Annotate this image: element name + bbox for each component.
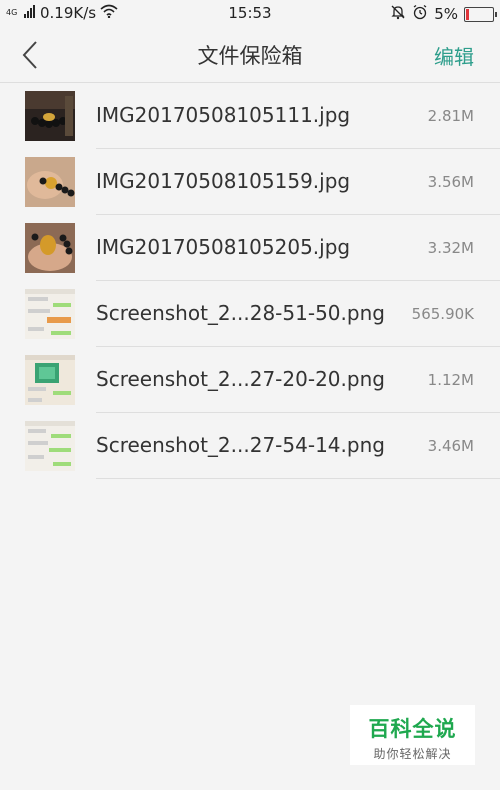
- thumbnail-image: [25, 157, 75, 207]
- file-size: 2.81M: [427, 107, 474, 125]
- file-name: Screenshot_2...27-54-14.png: [96, 433, 385, 457]
- thumbnail-image: [25, 421, 75, 471]
- status-right: 5%: [390, 4, 497, 24]
- file-size: 3.46M: [427, 437, 474, 455]
- thumbnail-image: [25, 355, 75, 405]
- mute-icon: [390, 4, 406, 24]
- watermark-title: 百科全说: [368, 717, 457, 741]
- file-name: IMG20170508105159.jpg: [96, 169, 351, 193]
- list-item[interactable]: Screenshot_2...27-54-14.png 3.46M: [0, 413, 500, 479]
- file-list: IMG20170508105111.jpg 2.81M IMG201705081…: [0, 83, 500, 479]
- list-item[interactable]: IMG20170508105111.jpg 2.81M: [0, 83, 500, 149]
- status-bar: 4G 0.19K/s 15:53 5%: [0, 0, 500, 28]
- list-item[interactable]: IMG20170508105205.jpg 3.32M: [0, 215, 500, 281]
- app-header: 文件保险箱 编辑: [0, 28, 500, 83]
- battery-level: [466, 8, 470, 20]
- thumbnail-image: [25, 289, 75, 339]
- list-item[interactable]: Screenshot_2...27-20-20.png 1.12M: [0, 347, 500, 413]
- battery-icon: [464, 6, 497, 22]
- file-name: IMG20170508105205.jpg: [96, 235, 351, 259]
- edit-button[interactable]: 编辑: [434, 41, 474, 70]
- thumbnail-image: [25, 91, 75, 141]
- battery-percent: 5%: [434, 5, 458, 23]
- file-size: 1.12M: [427, 371, 474, 389]
- file-name: Screenshot_2...28-51-50.png: [96, 301, 385, 325]
- list-item[interactable]: IMG20170508105159.jpg 3.56M: [0, 149, 500, 215]
- file-name: Screenshot_2...27-20-20.png: [96, 367, 385, 391]
- file-size: 3.32M: [427, 239, 474, 257]
- thumbnail-image: [25, 223, 75, 273]
- file-size: 565.90K: [411, 305, 474, 323]
- file-size: 3.56M: [427, 173, 474, 191]
- file-name: IMG20170508105111.jpg: [96, 103, 351, 127]
- page-title: 文件保险箱: [197, 44, 303, 68]
- watermark-subtitle: 助你轻松解决: [373, 747, 452, 761]
- list-item[interactable]: Screenshot_2...28-51-50.png 565.90K: [0, 281, 500, 347]
- alarm-icon: [412, 4, 428, 24]
- watermark-logo: 百科全说 助你轻松解决: [350, 705, 475, 765]
